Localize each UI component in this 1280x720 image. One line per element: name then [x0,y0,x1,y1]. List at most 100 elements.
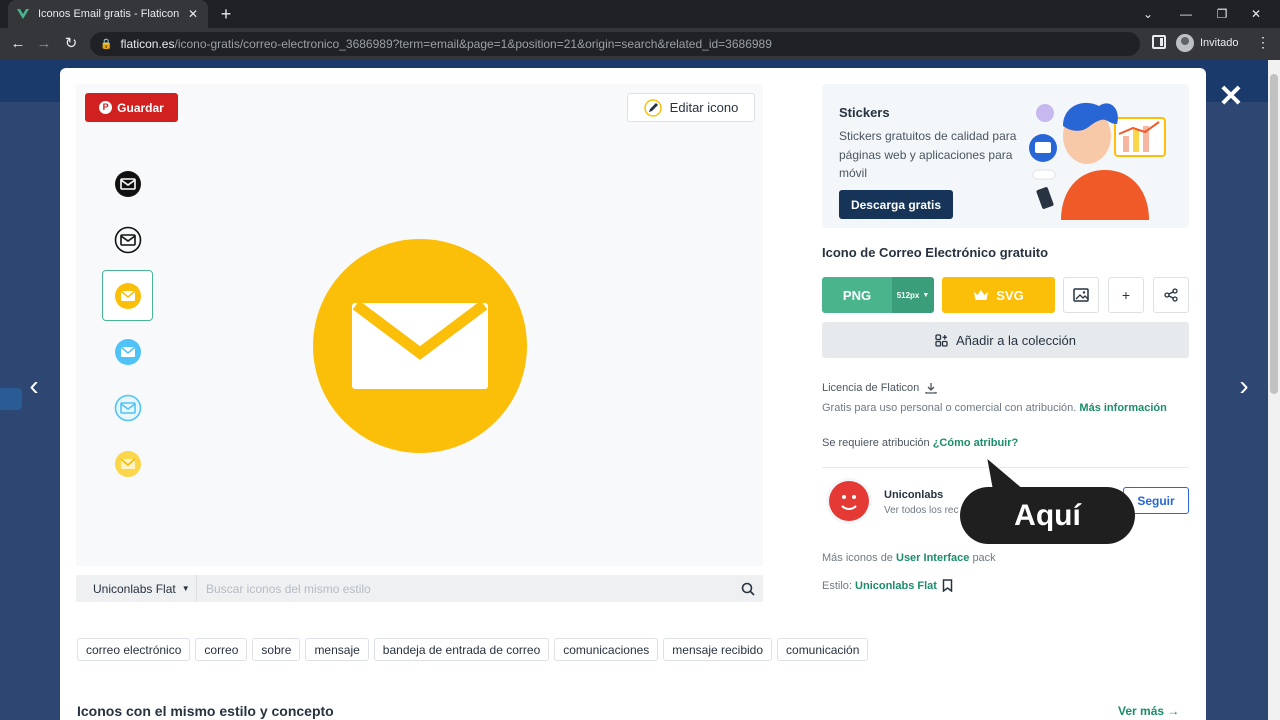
image-icon-button[interactable] [1063,277,1099,313]
png-label[interactable]: PNG [822,277,892,313]
png-size-select[interactable]: 512px ▼ [892,277,934,313]
collection-icon [935,333,948,347]
stickers-promo: Stickers Stickers gratuitos de calidad p… [822,84,1189,228]
window-close-icon[interactable]: ✕ [1246,4,1266,24]
style-prefix: Estilo: [822,579,852,592]
variant-blue-filled[interactable] [102,326,153,377]
caret-down-icon: ▼ [922,291,930,299]
side-panel-icon[interactable] [1152,35,1166,49]
png-size-value: 512px [896,290,920,300]
reload-icon[interactable]: ↻ [61,34,81,54]
tag-item[interactable]: comunicación [777,638,869,661]
browser-tab-bar: Iconos Email gratis - Flaticon ✕ + ⌄ — ❐… [0,0,1280,28]
download-png-button[interactable]: PNG 512px ▼ [822,277,934,313]
forward-icon[interactable]: → [34,34,54,54]
tag-item[interactable]: bandeja de entrada de correo [373,638,550,661]
license-description: Gratis para uso personal o comercial con… [822,402,1167,414]
icon-title: Icono de Correo Electrónico gratuito [822,245,1049,260]
variant-black-outline[interactable] [102,214,153,265]
tag-item[interactable]: comunicaciones [554,638,659,661]
browser-menu-icon[interactable]: ⋮ [1256,34,1270,51]
download-svg-button[interactable]: SVG [942,277,1055,313]
sticker-illustration-icon [1029,102,1166,220]
previous-icon-arrow[interactable]: ‹ [24,372,44,400]
new-tab-button[interactable]: + [217,4,235,24]
back-icon[interactable]: ← [8,34,28,54]
style-select[interactable]: Uniconlabs Flat ▼ [76,582,196,596]
url-field[interactable]: 🔒 flaticon.es/icono-gratis/correo-electr… [90,32,1140,56]
add-icon-button[interactable]: + [1108,277,1144,313]
license-label: Licencia de Flaticon [822,382,937,394]
mail-icon [114,450,141,477]
flaticon-favicon-icon [17,9,29,19]
browser-tab[interactable]: Iconos Email gratis - Flaticon ✕ [8,0,208,28]
url-host: flaticon.es [120,37,175,51]
tab-close-icon[interactable]: ✕ [186,7,200,21]
url-path: /icono-gratis/correo-electronico_3686989… [174,37,772,51]
bookmark-icon[interactable] [942,579,953,592]
stickers-download-button[interactable]: Descarga gratis [839,190,953,219]
author-all-resources-link[interactable]: Ver todos los recursos [884,505,959,516]
email-preview-icon [313,239,527,453]
mail-icon [114,282,141,309]
tab-search-icon[interactable]: ⌄ [1138,4,1158,24]
share-icon [1164,288,1178,302]
crown-icon [974,290,989,300]
style-link[interactable]: Uniconlabs Flat [855,580,937,592]
mail-icon [114,394,141,421]
author-avatar[interactable] [826,478,872,524]
style-search-input[interactable]: Buscar iconos del mismo estilo [197,582,733,596]
license-text: Gratis para uso personal o comercial con… [822,402,1077,414]
attribution-notice: Se requiere atribución ¿Cómo atribuir? [822,437,1018,449]
mail-icon [114,338,141,365]
tag-item[interactable]: mensaje [305,638,369,661]
tag-item[interactable]: mensaje recibido [663,638,773,661]
license-more-link[interactable]: Más información [1079,402,1166,414]
maximize-icon[interactable]: ❐ [1212,4,1232,24]
tag-item[interactable]: correo [195,638,248,661]
tag-item[interactable]: sobre [252,638,301,661]
search-icon[interactable] [733,582,763,596]
tag-list: correo electrónico correo sobre mensaje … [77,638,869,661]
related-icons-title: Iconos con el mismo estilo y concepto [77,703,334,719]
add-to-collection-button[interactable]: Añadir a la colección [822,322,1189,358]
stickers-description: Stickers gratuitos de calidad para págin… [839,129,1017,180]
page-scrollbar[interactable] [1268,60,1280,720]
style-info: Estilo: Uniconlabs Flat [822,579,953,592]
pack-suffix: pack [972,552,996,564]
author-logo-icon [829,481,869,521]
variant-blue-outline[interactable] [102,382,153,433]
variant-black-filled[interactable] [102,158,153,209]
minimize-icon[interactable]: — [1176,4,1196,24]
profile-button[interactable]: Invitado [1176,34,1239,52]
attribution-text: Se requiere atribución [822,437,930,449]
see-more-label: Ver más [1118,704,1165,718]
mail-icon [114,226,141,253]
download-icon[interactable] [925,382,937,394]
stickers-title: Stickers [839,105,890,120]
save-label: Guardar [117,100,164,115]
variant-yellow-gradient[interactable] [102,438,153,489]
author-name[interactable]: Uniconlabs [884,489,943,501]
variant-yellow-filled[interactable] [102,270,153,321]
svg-label: SVG [996,287,1024,303]
scrollbar-thumb[interactable] [1270,74,1278,394]
address-bar: ← → ↻ 🔒 flaticon.es/icono-gratis/correo-… [0,28,1280,60]
pack-prefix: Más iconos de [822,552,893,564]
edit-icon-button[interactable]: Editar icono [627,93,755,122]
next-icon-arrow[interactable]: › [1234,372,1254,400]
pencil-icon [643,98,662,117]
share-icon-button[interactable] [1153,277,1189,313]
see-more-link[interactable]: Ver más → [1118,704,1179,718]
style-search-bar: Uniconlabs Flat ▼ Buscar iconos del mismo… [76,575,763,602]
pack-link[interactable]: User Interface [896,552,969,564]
lock-icon: 🔒 [100,38,113,50]
arrow-right-icon: → [1167,704,1180,718]
profile-avatar-icon [1176,34,1194,52]
pinterest-save-button[interactable]: P Guardar [85,93,178,122]
image-icon [1073,288,1089,302]
modal-close-icon[interactable]: ✕ [1218,82,1244,112]
profile-label: Invitado [1200,37,1239,49]
how-to-attribute-link[interactable]: ¿Cómo atribuir? [933,437,1019,449]
tag-item[interactable]: correo electrónico [77,638,191,661]
